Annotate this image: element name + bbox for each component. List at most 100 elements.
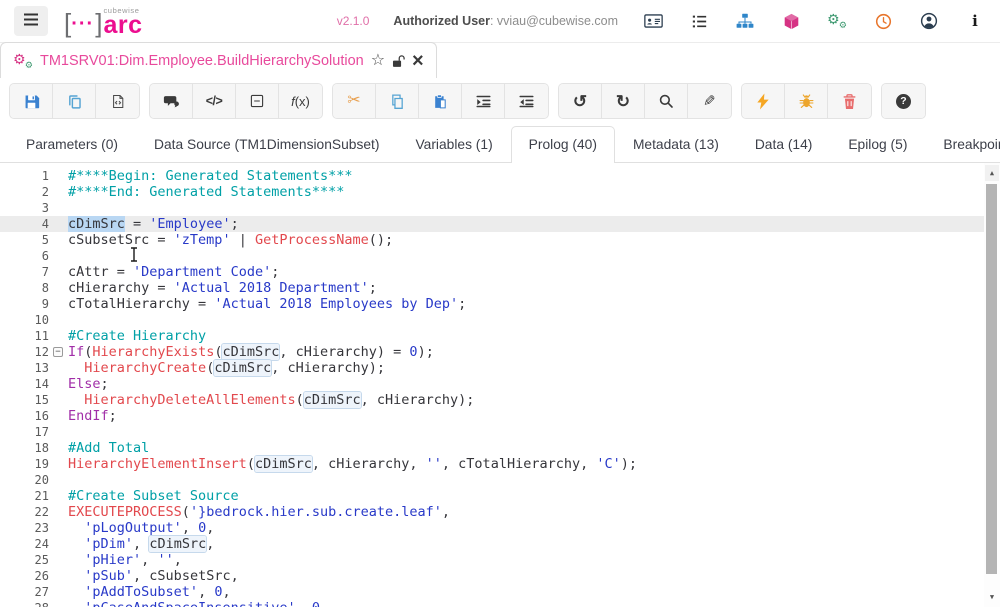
code-line[interactable]: 26 'pSub', cSubsetSrc, [0,568,1000,584]
edit-button[interactable]: ✎ [688,84,731,118]
unlock-icon[interactable] [391,54,406,68]
code-line[interactable]: 2#****End: Generated Statements**** [0,184,1000,200]
brand-logo[interactable]: [ ··· ] cubewise arc [64,7,143,35]
code-line[interactable]: 18#Add Total [0,440,1000,456]
tab-breakpoints[interactable]: Breakpoints [925,126,1000,163]
line-number[interactable]: 4 [0,216,52,232]
line-number[interactable]: 21 [0,488,52,504]
line-number[interactable]: 23 [0,520,52,536]
code-line[interactable]: 15 HierarchyDeleteAllElements(cDimSrc, c… [0,392,1000,408]
line-number[interactable]: 3 [0,200,52,216]
code-line[interactable]: 14Else; [0,376,1000,392]
outdent-button[interactable] [505,84,548,118]
code-line[interactable]: 8cHierarchy = 'Actual 2018 Department'; [0,280,1000,296]
code-line[interactable]: 13 HierarchyCreate(cDimSrc, cHierarchy); [0,360,1000,376]
fold-marker[interactable]: − [53,347,63,357]
line-number[interactable]: 19 [0,456,52,472]
indent-button[interactable] [462,84,505,118]
line-number[interactable]: 17 [0,424,52,440]
function-button[interactable]: f(x) [279,84,322,118]
undo-button[interactable]: ↺ [559,84,602,118]
line-number[interactable]: 16 [0,408,52,424]
line-number[interactable]: 26 [0,568,52,584]
copy-button[interactable] [53,84,96,118]
code-line[interactable]: 22EXECUTEPROCESS('}bedrock.hier.sub.crea… [0,504,1000,520]
tab-metadata-13[interactable]: Metadata (13) [615,126,737,163]
code-line[interactable]: 9cTotalHierarchy = 'Actual 2018 Employee… [0,296,1000,312]
debug-button[interactable] [785,84,828,118]
search-button[interactable] [645,84,688,118]
line-number[interactable]: 15 [0,392,52,408]
info-icon[interactable]: i [964,11,986,31]
code-line[interactable]: 24 'pDim', cDimSrc, [0,536,1000,552]
file-code-button[interactable] [96,84,139,118]
code-line[interactable]: 12If(HierarchyExists(cDimSrc, cHierarchy… [0,344,1000,360]
sitemap-icon[interactable] [734,11,756,31]
line-number[interactable]: 1 [0,168,52,184]
tab-epilog-5[interactable]: Epilog (5) [830,126,925,163]
code-line[interactable]: 1#****Begin: Generated Statements*** [0,168,1000,184]
help-button[interactable]: ? [882,84,925,118]
delete-button[interactable] [828,84,871,118]
line-number[interactable]: 9 [0,296,52,312]
hamburger-menu-button[interactable] [14,6,48,36]
tab-data-14[interactable]: Data (14) [737,126,831,163]
code-line[interactable]: 10 [0,312,1000,328]
list-icon[interactable] [688,11,710,31]
cube-icon[interactable] [780,11,802,31]
code-line[interactable]: 25 'pHier', '', [0,552,1000,568]
code-line[interactable]: 17 [0,424,1000,440]
favorite-star-icon[interactable]: ☆ [371,53,385,69]
code-line[interactable]: 7cAttr = 'Department Code'; [0,264,1000,280]
line-number[interactable]: 5 [0,232,52,248]
line-number[interactable]: 28 [0,600,52,607]
collapse-button[interactable] [236,84,279,118]
line-number[interactable]: 12 [0,344,52,360]
scrollbar-thumb[interactable] [986,184,997,574]
tab-data-source-tm1dimensionsubset[interactable]: Data Source (TM1DimensionSubset) [136,126,397,163]
user-icon[interactable] [918,11,940,31]
line-number[interactable]: 27 [0,584,52,600]
line-number[interactable]: 22 [0,504,52,520]
line-number[interactable]: 8 [0,280,52,296]
code-line[interactable]: 27 'pAddToSubset', 0, [0,584,1000,600]
code-line[interactable]: 20 [0,472,1000,488]
save-button[interactable] [10,84,53,118]
code-line[interactable]: 4cDimSrc = 'Employee'; [0,216,1000,232]
run-button[interactable] [742,84,785,118]
line-number[interactable]: 11 [0,328,52,344]
line-number[interactable]: 24 [0,536,52,552]
close-tab-icon[interactable]: × [412,53,424,69]
markup-button[interactable]: </> [193,84,236,118]
line-number[interactable]: 2 [0,184,52,200]
vertical-scrollbar[interactable]: ▲ ▼ [984,163,1000,607]
comment-button[interactable] [150,84,193,118]
id-card-icon[interactable] [642,11,664,31]
code-editor[interactable]: 1#****Begin: Generated Statements***2#**… [0,163,1000,607]
duplicate-button[interactable] [376,84,419,118]
line-number[interactable]: 10 [0,312,52,328]
code-line[interactable]: 21#Create Subset Source [0,488,1000,504]
clock-icon[interactable] [872,11,894,31]
line-number[interactable]: 14 [0,376,52,392]
paste-button[interactable] [419,84,462,118]
scrollbar-up-arrow[interactable]: ▲ [985,165,999,181]
code-line[interactable]: 3 [0,200,1000,216]
document-tab[interactable]: ⚙ ⚙ TM1SRV01:Dim.Employee.BuildHierarchy… [0,42,437,78]
tab-parameters-0[interactable]: Parameters (0) [8,126,136,163]
line-number[interactable]: 7 [0,264,52,280]
code-line[interactable]: 11#Create Hierarchy [0,328,1000,344]
code-line[interactable]: 16EndIf; [0,408,1000,424]
line-number[interactable]: 13 [0,360,52,376]
line-number[interactable]: 20 [0,472,52,488]
tab-variables-1[interactable]: Variables (1) [397,126,510,163]
scrollbar-down-arrow[interactable]: ▼ [985,590,999,604]
cut-button[interactable]: ✂ [333,84,376,118]
code-line[interactable]: 6 [0,248,1000,264]
code-line[interactable]: 28 'pCaseAndSpaceInsensitive', 0, [0,600,1000,607]
code-line[interactable]: 19HierarchyElementInsert(cDimSrc, cHiera… [0,456,1000,472]
code-line[interactable]: 5cSubsetSrc = 'zTemp' | GetProcessName()… [0,232,1000,248]
line-number[interactable]: 6 [0,248,52,264]
code-line[interactable]: 23 'pLogOutput', 0, [0,520,1000,536]
line-number[interactable]: 25 [0,552,52,568]
